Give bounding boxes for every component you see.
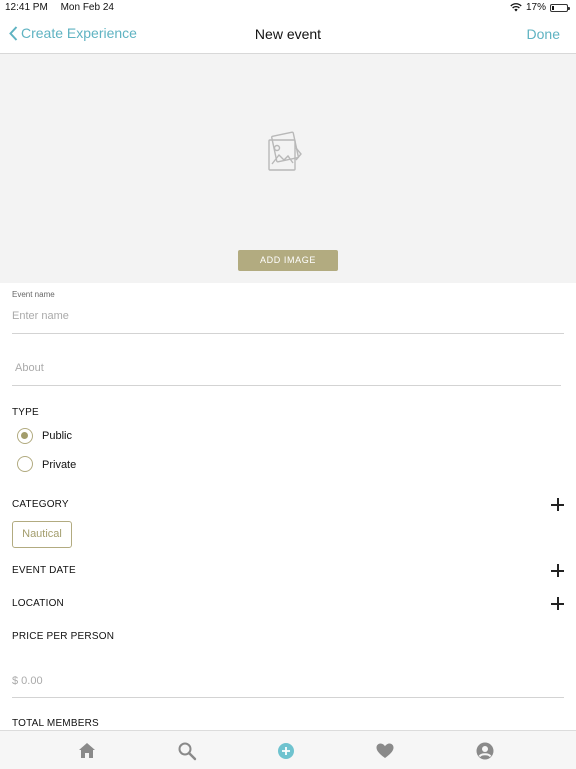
- price-underline: [12, 697, 564, 698]
- page-title: New event: [254, 26, 322, 42]
- done-button[interactable]: Done: [527, 26, 560, 42]
- total-members-label: TOTAL MEMBERS: [12, 718, 99, 729]
- profile-icon[interactable]: [475, 741, 495, 761]
- event-name-input[interactable]: Enter name: [12, 310, 69, 322]
- add-location-icon[interactable]: [551, 597, 564, 610]
- add-circle-icon[interactable]: [276, 741, 296, 761]
- home-icon[interactable]: [77, 741, 97, 761]
- radio-public-label[interactable]: Public: [42, 430, 72, 442]
- status-bar: 12:41 PM Mon Feb 24 17%: [0, 0, 576, 16]
- radio-public[interactable]: [17, 428, 33, 444]
- battery-percent: 17%: [525, 2, 546, 13]
- wifi-icon: [510, 3, 522, 12]
- battery-fill: [552, 5, 554, 10]
- radio-private-label[interactable]: Private: [42, 459, 76, 471]
- status-right: 17%: [510, 2, 570, 13]
- search-icon[interactable]: [177, 741, 197, 761]
- type-label: TYPE: [12, 407, 39, 418]
- image-placeholder-icon: [268, 131, 302, 171]
- navigation-bar: Create Experience New event Done: [0, 16, 576, 54]
- add-image-button[interactable]: ADD IMAGE: [238, 250, 338, 271]
- category-label: CATEGORY: [12, 499, 69, 510]
- about-underline: [12, 385, 561, 386]
- event-date-label: EVENT DATE: [12, 565, 76, 576]
- battery-icon: [550, 3, 570, 12]
- radio-private[interactable]: [17, 456, 33, 472]
- about-input[interactable]: About: [15, 362, 44, 374]
- event-name-label: Event name: [12, 290, 55, 299]
- price-label: PRICE PER PERSON: [12, 631, 115, 642]
- status-date: Mon Feb 24: [60, 2, 114, 13]
- price-input[interactable]: $ 0.00: [12, 675, 43, 687]
- heart-icon[interactable]: [375, 741, 395, 761]
- category-chip-nautical[interactable]: Nautical: [12, 521, 72, 548]
- add-category-icon[interactable]: [551, 498, 564, 511]
- status-left: 12:41 PM Mon Feb 24: [5, 2, 124, 13]
- status-time: 12:41 PM: [5, 2, 48, 13]
- event-name-underline: [12, 333, 564, 334]
- add-event-date-icon[interactable]: [551, 564, 564, 577]
- radio-public-dot: [21, 432, 28, 439]
- tab-bar: [0, 730, 576, 769]
- location-label: LOCATION: [12, 598, 64, 609]
